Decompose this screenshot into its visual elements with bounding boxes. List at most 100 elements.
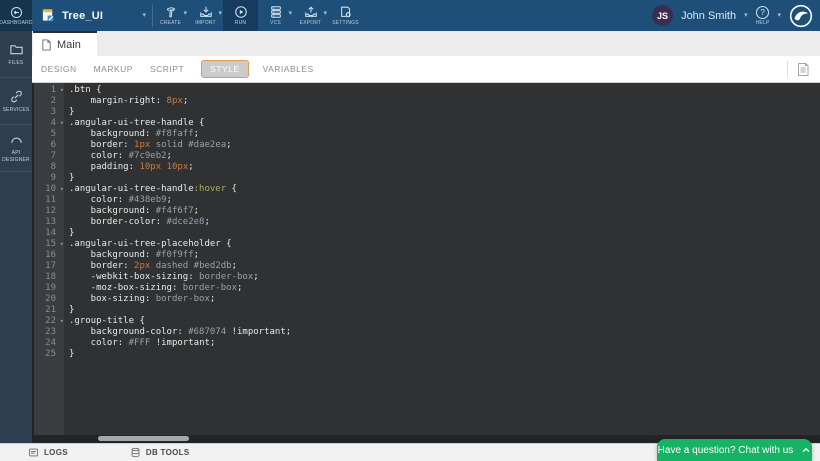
code-text: } bbox=[64, 228, 74, 239]
tab-main[interactable]: Main bbox=[33, 31, 97, 56]
fold-toggle-icon[interactable]: ▾ bbox=[60, 118, 64, 129]
fold-toggle-icon[interactable]: ▾ bbox=[60, 316, 64, 327]
chevron-down-icon: ▾ bbox=[218, 10, 222, 17]
line-number: 18 bbox=[34, 272, 64, 283]
sidebar: FILES SERVICES API DESIGNER bbox=[0, 31, 32, 443]
app-window: DASHBOARD Tree_UI ▾ CREATE ▾ bbox=[0, 0, 820, 461]
tab-design[interactable]: DESIGN bbox=[41, 64, 77, 74]
help-icon: ? bbox=[756, 6, 769, 19]
link-icon bbox=[9, 89, 24, 104]
line-number: 10▾ bbox=[34, 184, 64, 195]
code-line: 20 box-sizing: border-box; bbox=[34, 294, 820, 305]
line-number: 2 bbox=[34, 96, 64, 107]
fold-toggle-icon[interactable]: ▾ bbox=[60, 239, 64, 250]
line-number: 20 bbox=[34, 294, 64, 305]
sidebar-item-services[interactable]: SERVICES bbox=[0, 78, 32, 125]
line-number: 19 bbox=[34, 283, 64, 294]
code-line: 21} bbox=[34, 305, 820, 316]
menu-create[interactable]: CREATE ▾ bbox=[153, 0, 188, 31]
logs-button[interactable]: LOGS bbox=[28, 447, 68, 458]
tray-download-icon bbox=[199, 5, 213, 19]
menu-import[interactable]: IMPORT ▾ bbox=[188, 0, 223, 31]
code-line: 18 -webkit-box-sizing: border-box; bbox=[34, 272, 820, 283]
code-line: 22▾.group-title { bbox=[34, 316, 820, 327]
project-selector[interactable]: Tree_UI ▾ bbox=[32, 0, 152, 31]
user-name[interactable]: John Smith bbox=[681, 10, 736, 22]
code-text: -moz-box-sizing: border-box; bbox=[64, 283, 242, 294]
code-text: border: 2px dashed #bed2db; bbox=[64, 261, 237, 272]
chevron-down-icon[interactable]: ▾ bbox=[744, 12, 748, 19]
code-line: 25} bbox=[34, 349, 820, 360]
chevron-down-icon: ▾ bbox=[288, 10, 292, 17]
db-tools-label: DB TOOLS bbox=[146, 448, 190, 457]
db-tools-button[interactable]: DB TOOLS bbox=[130, 447, 190, 458]
fold-toggle-icon[interactable]: ▾ bbox=[60, 85, 64, 96]
menu-run-label: RUN bbox=[235, 20, 246, 26]
divider bbox=[787, 61, 788, 77]
subtab-bar-right bbox=[787, 61, 820, 77]
code-text: color: #7c9eb2; bbox=[64, 151, 172, 162]
line-number: 7 bbox=[34, 151, 64, 162]
database-icon bbox=[130, 447, 141, 458]
scrollbar-thumb[interactable] bbox=[98, 436, 189, 441]
back-circle-icon bbox=[10, 6, 23, 19]
topbar: DASHBOARD Tree_UI ▾ CREATE ▾ bbox=[0, 0, 820, 31]
play-circle-icon bbox=[234, 5, 248, 19]
menu-export[interactable]: EXPORT ▾ bbox=[293, 0, 328, 31]
page-gear-icon bbox=[339, 5, 353, 19]
code-line: 8 padding: 10px 10px; bbox=[34, 162, 820, 173]
logs-label: LOGS bbox=[44, 448, 68, 457]
project-icon bbox=[41, 8, 56, 23]
line-number: 21 bbox=[34, 305, 64, 316]
code-lines: 1▾.btn {2 margin-right: 8px;3}4▾.angular… bbox=[34, 85, 820, 360]
sidebar-item-api-designer[interactable]: API DESIGNER bbox=[0, 125, 32, 172]
chevron-down-icon: ▾ bbox=[142, 12, 146, 19]
avatar[interactable]: JS bbox=[652, 5, 673, 26]
line-number: 1▾ bbox=[34, 85, 64, 96]
tab-variables[interactable]: VARIABLES bbox=[263, 64, 314, 74]
code-line: 11 color: #438eb9; bbox=[34, 195, 820, 206]
line-number: 16 bbox=[34, 250, 64, 261]
api-designer-label: API DESIGNER bbox=[1, 150, 31, 164]
services-label: SERVICES bbox=[1, 107, 31, 114]
chevron-down-icon[interactable]: ▾ bbox=[777, 12, 781, 19]
code-line: 10▾.angular-ui-tree-handle:hover { bbox=[34, 184, 820, 195]
help-label: HELP bbox=[756, 20, 770, 26]
code-line: 12 background: #f4f6f7; bbox=[34, 206, 820, 217]
line-number: 24 bbox=[34, 338, 64, 349]
line-number: 23 bbox=[34, 327, 64, 338]
tab-markup[interactable]: MARKUP bbox=[94, 64, 133, 74]
folder-icon bbox=[9, 42, 24, 57]
topbar-menus: CREATE ▾ IMPORT ▾ RUN bbox=[153, 0, 363, 31]
code-text: background-color: #687074 !important; bbox=[64, 327, 291, 338]
menu-settings-label: SETTINGS bbox=[332, 20, 359, 26]
code-text: padding: 10px 10px; bbox=[64, 162, 194, 173]
code-text: .angular-ui-tree-placeholder { bbox=[64, 239, 232, 250]
menu-run[interactable]: RUN bbox=[223, 0, 258, 31]
help-button[interactable]: ? HELP bbox=[756, 6, 770, 26]
tab-style[interactable]: STYLE bbox=[201, 60, 248, 78]
menu-import-label: IMPORT bbox=[195, 20, 216, 26]
tab-script[interactable]: SCRIPT bbox=[150, 64, 184, 74]
menu-vcs[interactable]: VCS ▾ bbox=[258, 0, 293, 31]
code-text: background: #f4f6f7; bbox=[64, 206, 199, 217]
chat-widget-button[interactable]: Have a question? Chat with us bbox=[657, 439, 812, 461]
format-doc-icon[interactable] bbox=[796, 62, 810, 77]
code-line: 4▾.angular-ui-tree-handle { bbox=[34, 118, 820, 129]
sidebar-item-dashboard[interactable]: DASHBOARD bbox=[0, 0, 32, 31]
code-editor[interactable]: 1▾.btn {2 margin-right: 8px;3}4▾.angular… bbox=[32, 83, 820, 443]
code-text: .angular-ui-tree-handle { bbox=[64, 118, 204, 129]
line-number: 11 bbox=[34, 195, 64, 206]
menu-create-label: CREATE bbox=[160, 20, 181, 26]
sidebar-item-files[interactable]: FILES bbox=[0, 31, 32, 78]
code-text: color: #FFF !important; bbox=[64, 338, 215, 349]
line-number: 5 bbox=[34, 129, 64, 140]
fold-toggle-icon[interactable]: ▾ bbox=[60, 184, 64, 195]
hammer-icon bbox=[164, 5, 178, 19]
code-line: 23 background-color: #687074 !important; bbox=[34, 327, 820, 338]
chevron-down-icon: ▾ bbox=[183, 10, 187, 17]
menu-settings[interactable]: SETTINGS bbox=[328, 0, 363, 31]
chevron-down-icon: ▾ bbox=[323, 10, 327, 17]
code-line: 3} bbox=[34, 107, 820, 118]
line-number: 3 bbox=[34, 107, 64, 118]
